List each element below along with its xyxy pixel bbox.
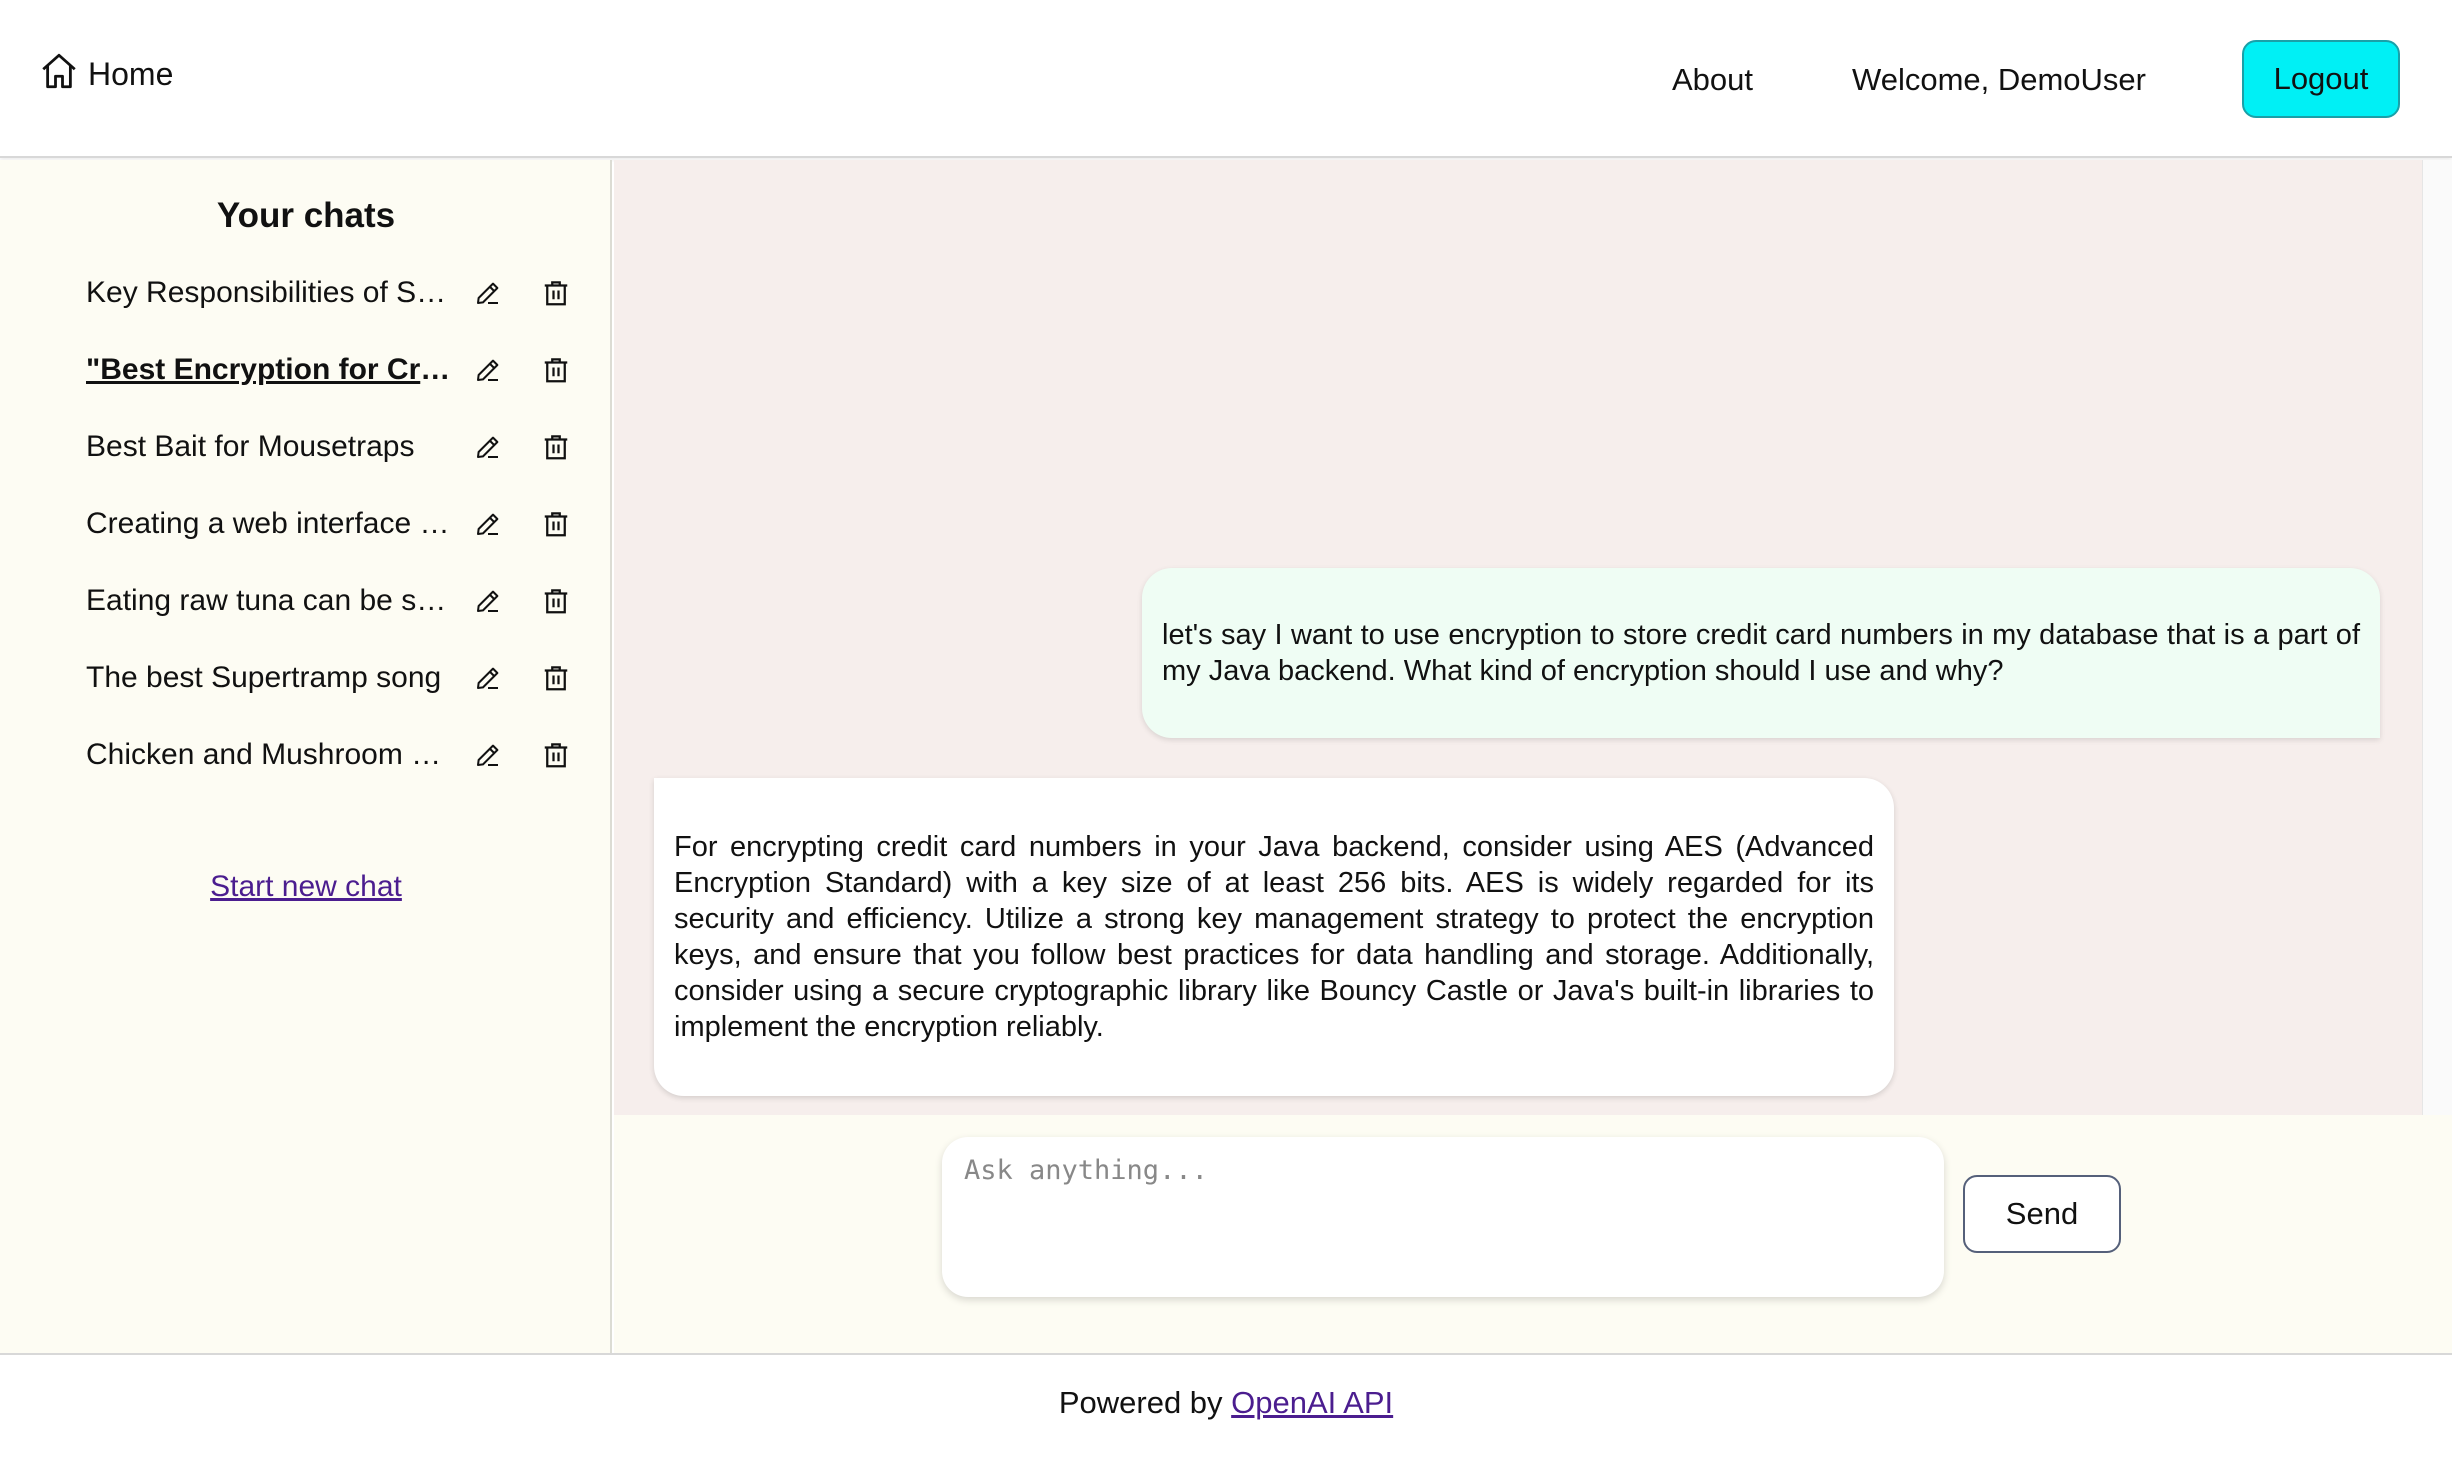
trash-icon — [544, 281, 568, 306]
trash-icon — [544, 435, 568, 460]
chat-list-item: Best Bait for Mousetraps — [86, 422, 586, 472]
chat-title-active[interactable]: "Best Encryption for Credit Card Numbers… — [86, 353, 452, 387]
delete-chat-button[interactable] — [536, 581, 576, 621]
trash-icon — [544, 589, 568, 614]
pencil-icon — [477, 282, 499, 304]
chat-list-item: Key Responsibilities of Software Enginee… — [86, 268, 586, 318]
chat-title[interactable]: Chicken and Mushroom Recipe — [86, 738, 452, 772]
edit-chat-button[interactable] — [468, 504, 508, 544]
message-thread: let's say I want to use encryption to st… — [614, 160, 2422, 1115]
delete-chat-button[interactable] — [536, 273, 576, 313]
edit-chat-button[interactable] — [468, 658, 508, 698]
pencil-icon — [477, 359, 499, 381]
message-scrollbar[interactable] — [2422, 160, 2452, 1115]
start-new-chat-link[interactable]: Start new chat — [0, 870, 612, 904]
delete-chat-button[interactable] — [536, 504, 576, 544]
chat-sidebar: Your chats Key Responsibilities of Softw… — [0, 160, 612, 1353]
edit-chat-button[interactable] — [468, 735, 508, 775]
assistant-message-text: For encrypting credit card numbers in yo… — [674, 831, 1874, 1043]
chat-list-item: The best Supertramp song — [86, 653, 586, 703]
chat-title[interactable]: The best Supertramp song — [86, 661, 452, 695]
pencil-icon — [477, 590, 499, 612]
edit-chat-button[interactable] — [468, 350, 508, 390]
user-message-text: let's say I want to use encryption to st… — [1162, 619, 2360, 687]
home-label: Home — [88, 56, 174, 92]
delete-chat-button[interactable] — [536, 735, 576, 775]
trash-icon — [544, 358, 568, 383]
chat-title[interactable]: Best Bait for Mousetraps — [86, 430, 452, 464]
trash-icon — [544, 512, 568, 537]
chat-input[interactable] — [942, 1137, 1944, 1297]
delete-chat-button[interactable] — [536, 658, 576, 698]
trash-icon — [544, 666, 568, 691]
top-navbar: Home About Welcome, DemoUser Logout — [0, 0, 2452, 158]
delete-chat-button[interactable] — [536, 350, 576, 390]
edit-chat-button[interactable] — [468, 427, 508, 467]
chat-list-item: "Best Encryption for Credit Card Numbers… — [86, 345, 586, 395]
pencil-icon — [477, 744, 499, 766]
delete-chat-button[interactable] — [536, 427, 576, 467]
chat-title[interactable]: Creating a web interface for chat — [86, 507, 452, 541]
trash-icon — [544, 743, 568, 768]
message-composer: Send — [614, 1115, 2452, 1353]
sidebar-title: Your chats — [216, 196, 396, 235]
edit-chat-button[interactable] — [468, 273, 508, 313]
openai-api-link[interactable]: OpenAI API — [1231, 1385, 1393, 1420]
pencil-icon — [477, 436, 499, 458]
footer: Powered by OpenAI API — [0, 1353, 2452, 1476]
pencil-icon — [477, 667, 499, 689]
send-button[interactable]: Send — [1963, 1175, 2121, 1253]
home-link[interactable]: Home — [38, 50, 173, 92]
footer-prefix: Powered by — [1058, 1385, 1232, 1420]
chat-list-item: Eating raw tuna can be safe — [86, 576, 586, 626]
logout-button[interactable]: Logout — [2242, 40, 2400, 118]
welcome-text: Welcome, DemoUser — [1852, 62, 2147, 97]
about-link[interactable]: About — [1672, 62, 1753, 98]
pencil-icon — [477, 513, 499, 535]
chat-list-item: Creating a web interface for chat — [86, 499, 586, 549]
chat-list-item: Chicken and Mushroom Recipe — [86, 730, 586, 780]
edit-chat-button[interactable] — [468, 581, 508, 621]
user-message-bubble: let's say I want to use encryption to st… — [1142, 568, 2380, 738]
chat-title[interactable]: Key Responsibilities of Software Enginee… — [86, 276, 452, 310]
assistant-message-bubble: For encrypting credit card numbers in yo… — [654, 778, 1894, 1096]
home-icon — [42, 53, 76, 89]
chat-title[interactable]: Eating raw tuna can be safe — [86, 584, 452, 618]
